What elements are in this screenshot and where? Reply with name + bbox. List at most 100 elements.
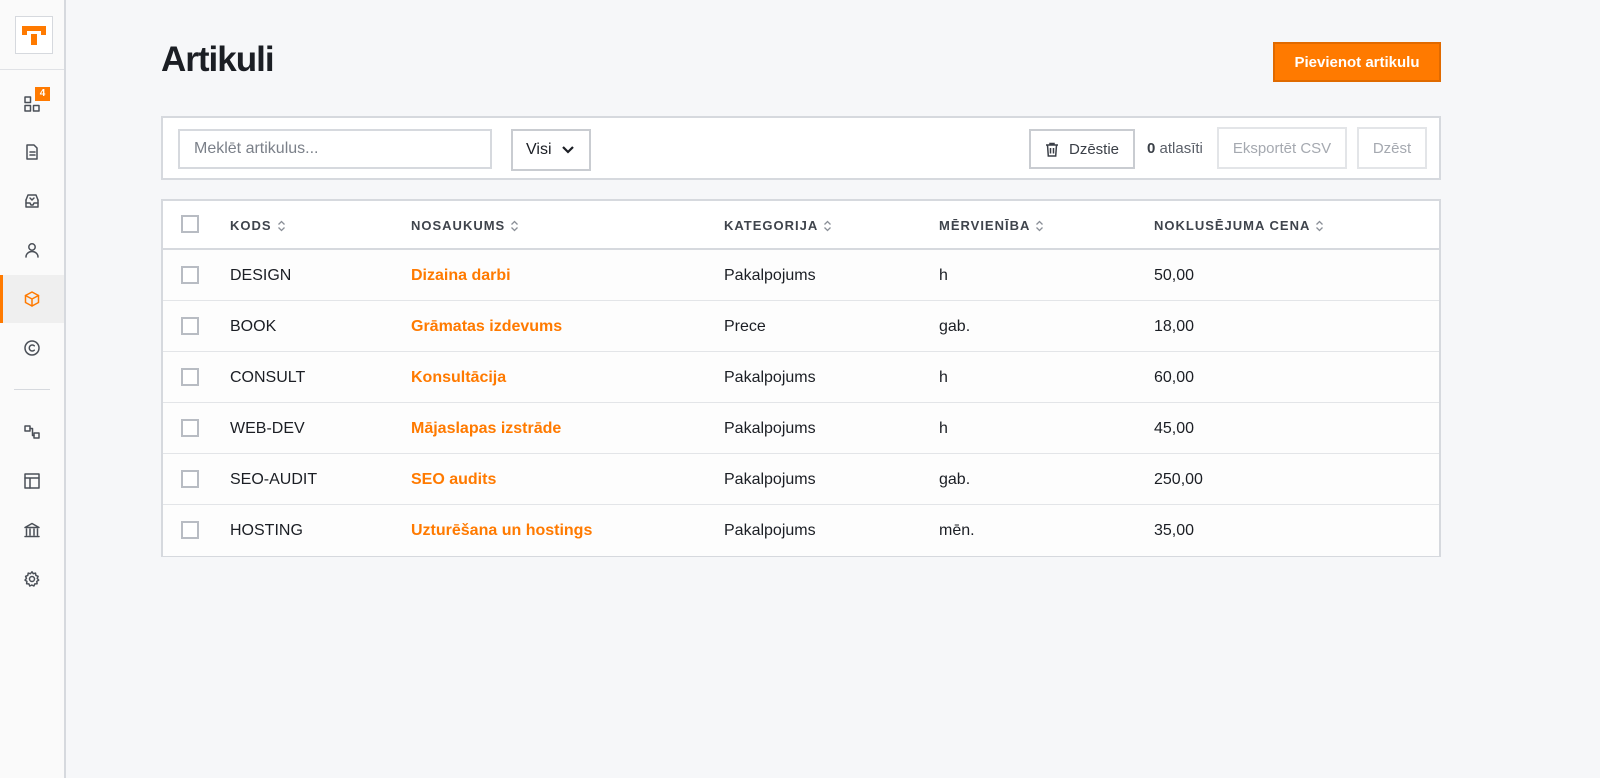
app-logo[interactable] bbox=[15, 16, 53, 54]
add-article-button[interactable]: Pievienot artikulu bbox=[1273, 42, 1441, 82]
sidebar-item-settings[interactable] bbox=[0, 555, 64, 603]
show-deleted-button[interactable]: Dzēstie bbox=[1029, 129, 1135, 169]
cell-price: 18,00 bbox=[1154, 318, 1195, 335]
row-checkbox[interactable] bbox=[181, 419, 199, 437]
sort-icon bbox=[1316, 220, 1324, 231]
selected-count-number: 0 bbox=[1147, 140, 1156, 157]
trash-icon bbox=[1046, 142, 1058, 157]
inbox-icon bbox=[25, 194, 39, 208]
column-header-category-label: KATEGORIJA bbox=[724, 218, 819, 233]
selected-count: 0 atlasīti bbox=[1147, 140, 1203, 157]
column-header-code-label: KODS bbox=[230, 218, 272, 233]
sidebar-item-templates[interactable] bbox=[0, 457, 64, 505]
sidebar-item-integrations[interactable] bbox=[0, 408, 64, 456]
cell-price: 250,00 bbox=[1154, 471, 1203, 488]
sort-icon bbox=[824, 220, 832, 231]
cell-code: CONSULT bbox=[230, 369, 306, 386]
cell-category: Pakalpojums bbox=[724, 471, 816, 488]
gear-icon bbox=[24, 571, 40, 587]
cell-category: Pakalpojums bbox=[724, 522, 816, 539]
cell-category: Pakalpojums bbox=[724, 420, 816, 437]
table-row[interactable]: BOOK Grāmatas izdevums Prece gab. 18,00 bbox=[163, 301, 1439, 352]
sidebar-divider-top bbox=[0, 69, 64, 70]
column-header-default-price-label: NOKLUSĒJUMA CENA bbox=[1154, 218, 1311, 233]
sort-icon bbox=[511, 220, 519, 231]
notification-badge: 4 bbox=[35, 87, 50, 101]
row-checkbox[interactable] bbox=[181, 317, 199, 335]
sort-icon bbox=[1036, 220, 1044, 231]
cell-unit: gab. bbox=[939, 318, 971, 335]
cell-code: WEB-DEV bbox=[230, 420, 305, 437]
column-header-default-price[interactable]: NOKLUSĒJUMA CENA bbox=[1154, 218, 1324, 233]
sidebar-item-articles[interactable] bbox=[0, 275, 64, 323]
column-header-category[interactable]: KATEGORIJA bbox=[724, 218, 832, 233]
chevron-down-icon bbox=[562, 146, 574, 154]
cell-unit: h bbox=[939, 420, 948, 437]
cell-price: 35,00 bbox=[1154, 522, 1195, 539]
cell-category: Prece bbox=[724, 318, 766, 335]
articles-table: KODS NOSAUKUMS KATEGORIJA MĒRVIENĪBA NOK… bbox=[161, 199, 1441, 557]
table-row[interactable]: SEO-AUDIT SEO audits Pakalpojums gab. 25… bbox=[163, 454, 1439, 505]
page-title: Artikuli bbox=[161, 40, 275, 79]
select-all-checkbox[interactable] bbox=[181, 215, 199, 233]
column-header-code[interactable]: KODS bbox=[230, 218, 286, 233]
document-icon bbox=[26, 144, 38, 160]
box-icon bbox=[24, 291, 40, 307]
cell-price: 45,00 bbox=[1154, 420, 1195, 437]
sidebar: 4 bbox=[0, 0, 66, 778]
filter-select[interactable]: Visi bbox=[511, 129, 591, 171]
column-header-name[interactable]: NOSAUKUMS bbox=[411, 218, 519, 233]
cell-category: Pakalpojums bbox=[724, 267, 816, 284]
cell-code: BOOK bbox=[230, 318, 277, 335]
sidebar-divider bbox=[14, 389, 50, 390]
table-row[interactable]: DESIGN Dizaina darbi Pakalpojums h 50,00 bbox=[163, 250, 1439, 301]
sidebar-item-inbox[interactable] bbox=[0, 177, 64, 225]
sidebar-item-clients[interactable] bbox=[0, 226, 64, 274]
sidebar-item-dashboard[interactable]: 4 bbox=[0, 80, 64, 128]
selected-count-label: atlasīti bbox=[1159, 140, 1203, 157]
user-icon bbox=[25, 243, 39, 258]
column-header-unit-label: MĒRVIENĪBA bbox=[939, 218, 1031, 233]
cell-name-link[interactable]: Dizaina darbi bbox=[411, 267, 511, 285]
filter-select-value: Visi bbox=[526, 141, 552, 158]
export-csv-button[interactable]: Eksportēt CSV bbox=[1217, 127, 1347, 169]
search-input[interactable] bbox=[178, 129, 492, 169]
sidebar-item-bank[interactable] bbox=[0, 506, 64, 554]
cell-name-link[interactable]: Konsultācija bbox=[411, 369, 506, 387]
cell-price: 60,00 bbox=[1154, 369, 1195, 386]
bulk-delete-button[interactable]: Dzēst bbox=[1357, 127, 1427, 169]
cell-name-link[interactable]: Grāmatas izdevums bbox=[411, 318, 562, 336]
cell-code: DESIGN bbox=[230, 267, 292, 284]
cell-unit: gab. bbox=[939, 471, 971, 488]
column-header-unit[interactable]: MĒRVIENĪBA bbox=[939, 218, 1044, 233]
toolbar: Visi Dzēstie 0 atlasīti Eksportēt CSV Dz… bbox=[161, 116, 1441, 180]
bank-icon bbox=[24, 522, 40, 538]
column-header-name-label: NOSAUKUMS bbox=[411, 218, 506, 233]
cell-category: Pakalpojums bbox=[724, 369, 816, 386]
row-checkbox[interactable] bbox=[181, 368, 199, 386]
copyright-icon bbox=[24, 340, 40, 356]
cell-name-link[interactable]: Mājaslapas izstrāde bbox=[411, 420, 561, 438]
table-row[interactable]: WEB-DEV Mājaslapas izstrāde Pakalpojums … bbox=[163, 403, 1439, 454]
cell-name-link[interactable]: Uzturēšana un hostings bbox=[411, 522, 592, 540]
sidebar-item-copyright[interactable] bbox=[0, 324, 64, 372]
cell-price: 50,00 bbox=[1154, 267, 1195, 284]
row-checkbox[interactable] bbox=[181, 266, 199, 284]
cell-name-link[interactable]: SEO audits bbox=[411, 471, 496, 489]
table-row[interactable]: CONSULT Konsultācija Pakalpojums h 60,00 bbox=[163, 352, 1439, 403]
logo-icon bbox=[22, 26, 46, 45]
row-checkbox[interactable] bbox=[181, 470, 199, 488]
cell-unit: mēn. bbox=[939, 522, 975, 539]
sort-icon bbox=[277, 220, 285, 231]
table-header: KODS NOSAUKUMS KATEGORIJA MĒRVIENĪBA NOK… bbox=[163, 201, 1439, 250]
flow-icon bbox=[24, 425, 40, 439]
cell-unit: h bbox=[939, 369, 948, 386]
cell-unit: h bbox=[939, 267, 948, 284]
layout-icon bbox=[24, 473, 40, 489]
cell-code: HOSTING bbox=[230, 522, 303, 539]
sidebar-item-documents[interactable] bbox=[0, 128, 64, 176]
table-row[interactable]: HOSTING Uzturēšana un hostings Pakalpoju… bbox=[163, 505, 1439, 556]
show-deleted-label: Dzēstie bbox=[1069, 140, 1120, 158]
cell-code: SEO-AUDIT bbox=[230, 471, 318, 488]
row-checkbox[interactable] bbox=[181, 521, 199, 539]
